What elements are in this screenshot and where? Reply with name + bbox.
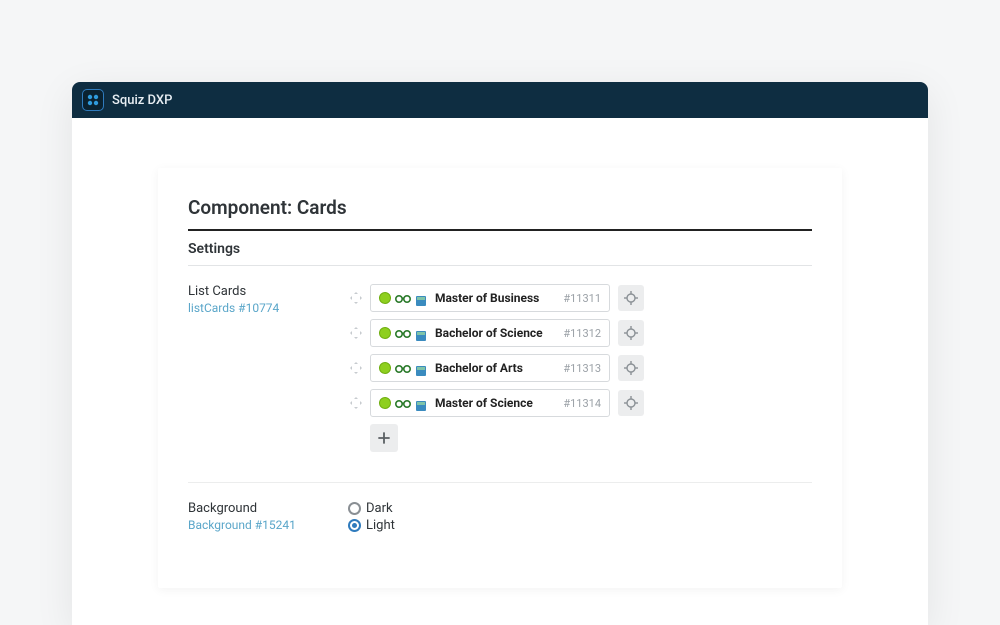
locate-button[interactable] <box>618 285 644 311</box>
asset-id: #11313 <box>563 362 601 375</box>
radio-option-dark[interactable]: Dark <box>348 501 812 516</box>
asset-id: #11314 <box>563 397 601 410</box>
list-item: Master of Business #11311 <box>348 284 812 312</box>
locate-button[interactable] <box>618 355 644 381</box>
asset-title: Master of Business <box>435 291 557 305</box>
asset-title: Master of Science <box>435 396 557 410</box>
asset-chip[interactable]: Bachelor of Arts #11313 <box>370 354 610 382</box>
radio-icon <box>348 519 361 532</box>
page-type-icon <box>415 362 427 374</box>
binoculars-icon <box>395 397 411 409</box>
page-type-icon <box>415 397 427 409</box>
asset-chip[interactable]: Bachelor of Science #11312 <box>370 319 610 347</box>
list-item: Bachelor of Science #11312 <box>348 319 812 347</box>
asset-id: #11311 <box>563 292 601 305</box>
asset-title: Bachelor of Science <box>435 326 557 340</box>
status-dot-icon <box>379 292 391 304</box>
binoculars-icon <box>395 362 411 374</box>
row-background: Background Background #15241 Dark Light <box>188 482 812 535</box>
radio-label: Dark <box>366 501 393 516</box>
binoculars-icon <box>395 327 411 339</box>
background-sublabel[interactable]: Background #15241 <box>188 518 348 532</box>
list-cards-body: Master of Business #11311 <box>348 284 812 452</box>
radio-label: Light <box>366 518 395 533</box>
asset-chip[interactable]: Master of Science #11314 <box>370 389 610 417</box>
settings-heading: Settings <box>188 231 812 266</box>
panel-title: Component: Cards <box>188 190 812 231</box>
title-bar: Squiz DXP <box>72 82 928 118</box>
drag-handle-icon[interactable] <box>348 290 364 306</box>
asset-id: #11312 <box>563 327 601 340</box>
list-cards-label-block: List Cards listCards #10774 <box>188 284 348 452</box>
row-list-cards: List Cards listCards #10774 Master o <box>188 266 812 452</box>
app-title: Squiz DXP <box>112 93 172 108</box>
status-dot-icon <box>379 327 391 339</box>
page-type-icon <box>415 292 427 304</box>
background-label-block: Background Background #15241 <box>188 501 348 535</box>
list-item: Bachelor of Arts #11313 <box>348 354 812 382</box>
drag-handle-icon[interactable] <box>348 325 364 341</box>
drag-handle-icon[interactable] <box>348 395 364 411</box>
locate-button[interactable] <box>618 390 644 416</box>
asset-chip[interactable]: Master of Business #11311 <box>370 284 610 312</box>
locate-button[interactable] <box>618 320 644 346</box>
canvas: Component: Cards Settings List Cards lis… <box>72 118 928 625</box>
list-cards-sublabel[interactable]: listCards #10774 <box>188 301 348 315</box>
list-item: Master of Science #11314 <box>348 389 812 417</box>
add-card-button[interactable] <box>370 424 398 452</box>
background-body: Dark Light <box>348 501 812 535</box>
radio-option-light[interactable]: Light <box>348 518 812 533</box>
app-window: Squiz DXP Component: Cards Settings List… <box>72 82 928 625</box>
app-logo-icon <box>82 89 104 111</box>
asset-title: Bachelor of Arts <box>435 361 557 375</box>
list-cards-label: List Cards <box>188 284 348 299</box>
background-label: Background <box>188 501 348 516</box>
status-dot-icon <box>379 362 391 374</box>
drag-handle-icon[interactable] <box>348 360 364 376</box>
component-panel: Component: Cards Settings List Cards lis… <box>158 168 842 588</box>
plus-icon <box>377 431 391 445</box>
binoculars-icon <box>395 292 411 304</box>
radio-icon <box>348 502 361 515</box>
page-type-icon <box>415 327 427 339</box>
status-dot-icon <box>379 397 391 409</box>
